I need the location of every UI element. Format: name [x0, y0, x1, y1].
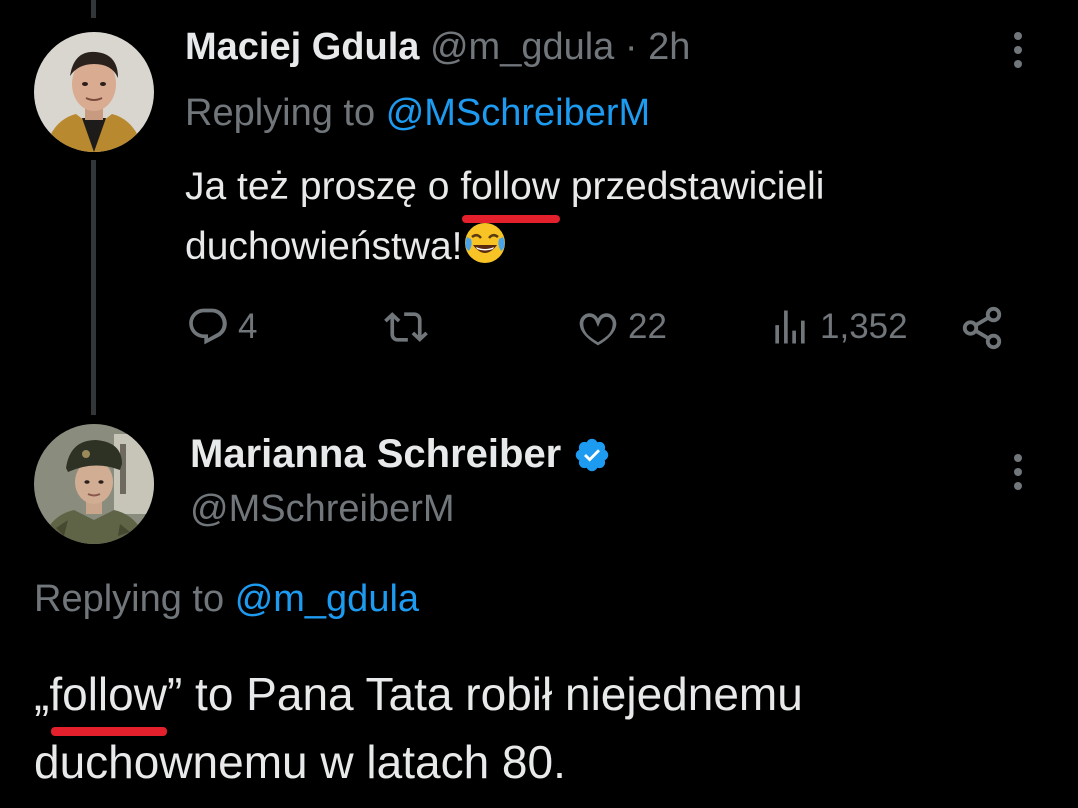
reply-count: 4	[238, 307, 258, 346]
tweet2-author: Marianna Schreiber	[190, 432, 611, 477]
more-icon[interactable]	[1010, 452, 1026, 492]
tweet2-text: „follow” to Pana Tata robił niejednemu d…	[34, 660, 1054, 796]
replying-mention[interactable]: @MSchreiberM	[386, 92, 651, 134]
views-icon	[775, 310, 805, 344]
thread-connector	[91, 160, 96, 415]
text-before: Ja też proszę o	[185, 165, 461, 208]
reply-icon	[189, 308, 227, 345]
more-icon[interactable]	[1010, 30, 1026, 70]
like-button[interactable]: 22	[576, 305, 667, 349]
like-count: 22	[628, 307, 667, 346]
avatar-maciej-gdula[interactable]	[34, 32, 154, 152]
views-count: 1,352	[820, 307, 908, 346]
timestamp[interactable]: 2h	[648, 26, 690, 68]
author-name[interactable]: Marianna Schreiber	[190, 432, 561, 477]
tweet1-header: Maciej Gdula @m_gdula · 2h	[185, 26, 690, 69]
avatar-marianna-schreiber[interactable]	[34, 424, 154, 544]
like-icon	[579, 313, 617, 346]
replying-to: Replying to @m_gdula	[34, 578, 419, 621]
reply-button[interactable]: 4	[186, 305, 257, 349]
views-button[interactable]: 1,352	[768, 305, 908, 349]
author-name[interactable]: Maciej Gdula	[185, 26, 419, 68]
replying-prefix: Replying to	[185, 92, 376, 134]
thread-connector-top	[91, 0, 96, 18]
retweet-button[interactable]	[383, 305, 437, 349]
replying-to: Replying to @MSchreiberM	[185, 92, 650, 135]
highlighted-word: follow	[49, 660, 167, 736]
author-handle[interactable]: @m_gdula	[430, 26, 614, 68]
separator-dot: ·	[624, 26, 638, 68]
highlighted-word: follow	[460, 157, 560, 223]
retweet-icon	[384, 312, 428, 342]
face-with-tears-of-joy-icon	[464, 223, 505, 263]
replying-mention[interactable]: @m_gdula	[235, 578, 419, 620]
tweet1-text: Ja też proszę o follow przedstawicieli d…	[185, 157, 985, 277]
open-quote: „	[34, 668, 50, 720]
author-handle[interactable]: @MSchreiberM	[190, 488, 455, 531]
share-icon	[962, 306, 1002, 350]
verified-badge-icon[interactable]	[573, 436, 611, 474]
share-button[interactable]	[959, 305, 1005, 351]
tweet1-actions: 4 22 1,352	[186, 305, 1006, 355]
replying-prefix: Replying to	[34, 578, 225, 620]
